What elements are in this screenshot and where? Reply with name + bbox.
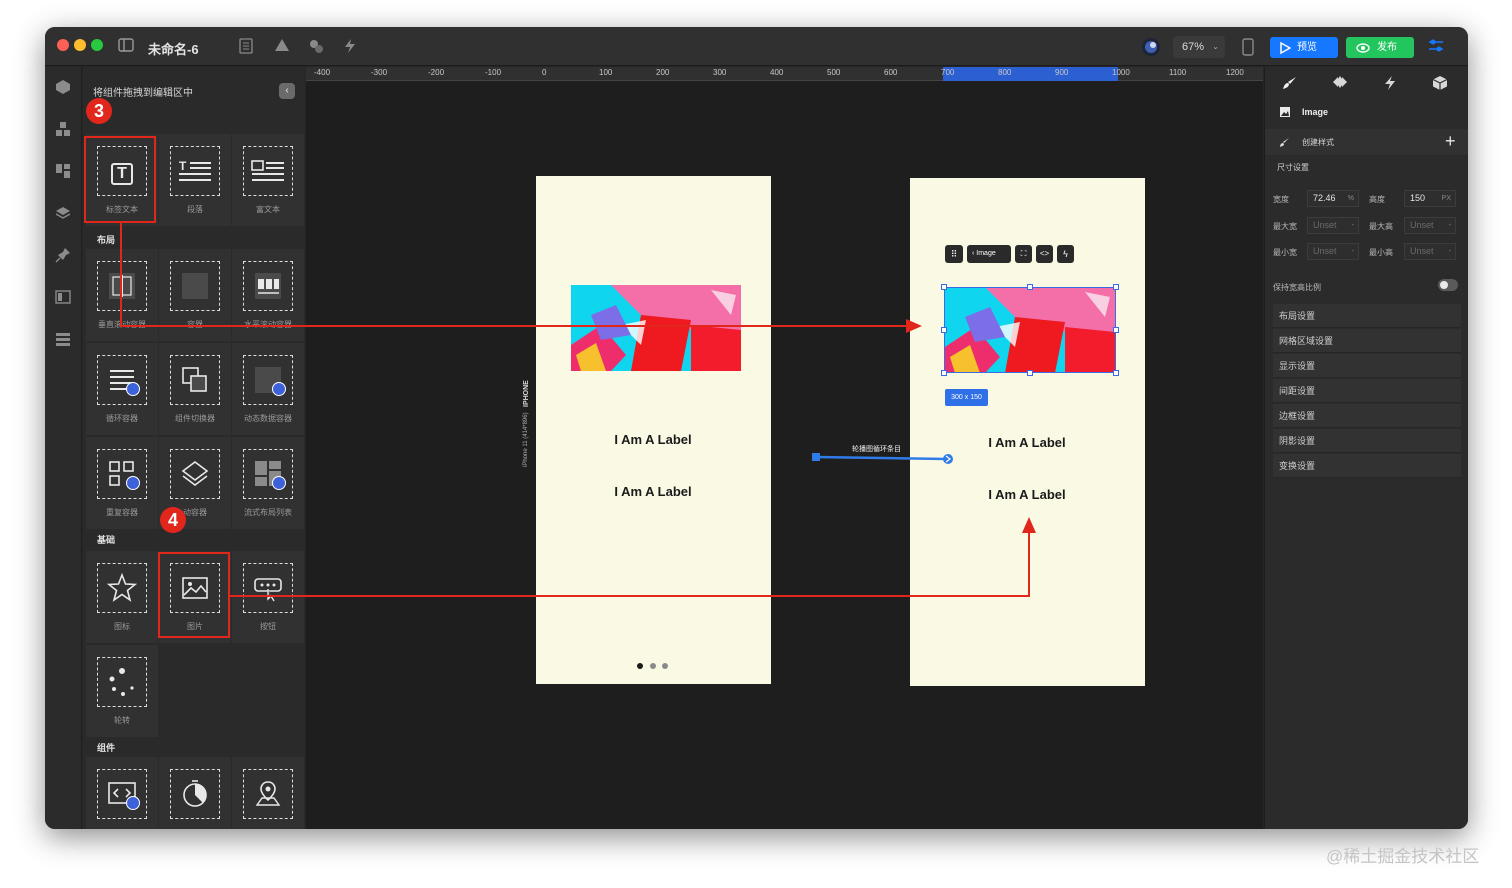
watermark: @稀土掘金技术社区	[1326, 847, 1480, 866]
step-badge-3: 3	[86, 98, 112, 124]
step-badge-4: 4	[160, 507, 186, 533]
arrow-label-to-canvas	[120, 222, 910, 327]
arrow-image-to-canvas	[229, 530, 1030, 597]
arrowhead	[906, 319, 922, 333]
arrowhead	[1022, 517, 1036, 533]
highlight-image	[158, 552, 230, 638]
annotation-overlay	[84, 136, 1036, 638]
highlight-label-text	[84, 136, 156, 223]
